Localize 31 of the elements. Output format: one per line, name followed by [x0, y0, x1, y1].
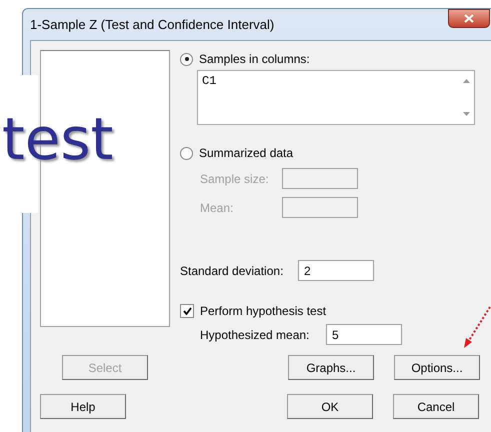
radio-button[interactable]: [180, 146, 193, 160]
pointer-arrow: [462, 306, 491, 349]
field-value: 5: [332, 328, 339, 342]
field-label: Sample size:: [200, 172, 270, 186]
field-label: Standard deviation:: [180, 264, 284, 278]
columns-field[interactable]: C1: [197, 70, 475, 125]
field-value: 2: [304, 264, 311, 278]
option-label: Samples in columns:: [199, 52, 310, 66]
scroll-down-icon[interactable]: [462, 112, 470, 116]
field-label: Mean:: [200, 200, 234, 214]
close-icon: [464, 14, 474, 23]
field-label: Hypothesized mean:: [200, 328, 310, 342]
input-field[interactable]: [282, 197, 358, 218]
dialog-button[interactable]: Help: [40, 394, 126, 419]
scroll-up-icon[interactable]: [462, 79, 470, 83]
checkmark-icon: [182, 307, 192, 315]
field-value: C1: [201, 73, 216, 90]
input-field[interactable]: [282, 168, 358, 189]
dialog-button[interactable]: Cancel: [393, 394, 479, 419]
radio-button[interactable]: [180, 52, 193, 66]
dialog-button[interactable]: OK: [287, 394, 373, 419]
input-field[interactable]: 2: [298, 260, 374, 281]
checkbox[interactable]: [180, 304, 194, 318]
slide-heading: test: [2, 106, 114, 172]
dialog-button[interactable]: Options...: [394, 355, 480, 380]
input-field[interactable]: 5: [326, 324, 402, 345]
option-label: Summarized data: [199, 146, 294, 160]
option-label: Perform hypothesis test: [200, 304, 326, 318]
close-button[interactable]: [448, 9, 490, 28]
window-title: 1-Sample Z (Test and Confidence Interval): [30, 17, 274, 32]
dialog-button[interactable]: Graphs...: [288, 355, 374, 380]
